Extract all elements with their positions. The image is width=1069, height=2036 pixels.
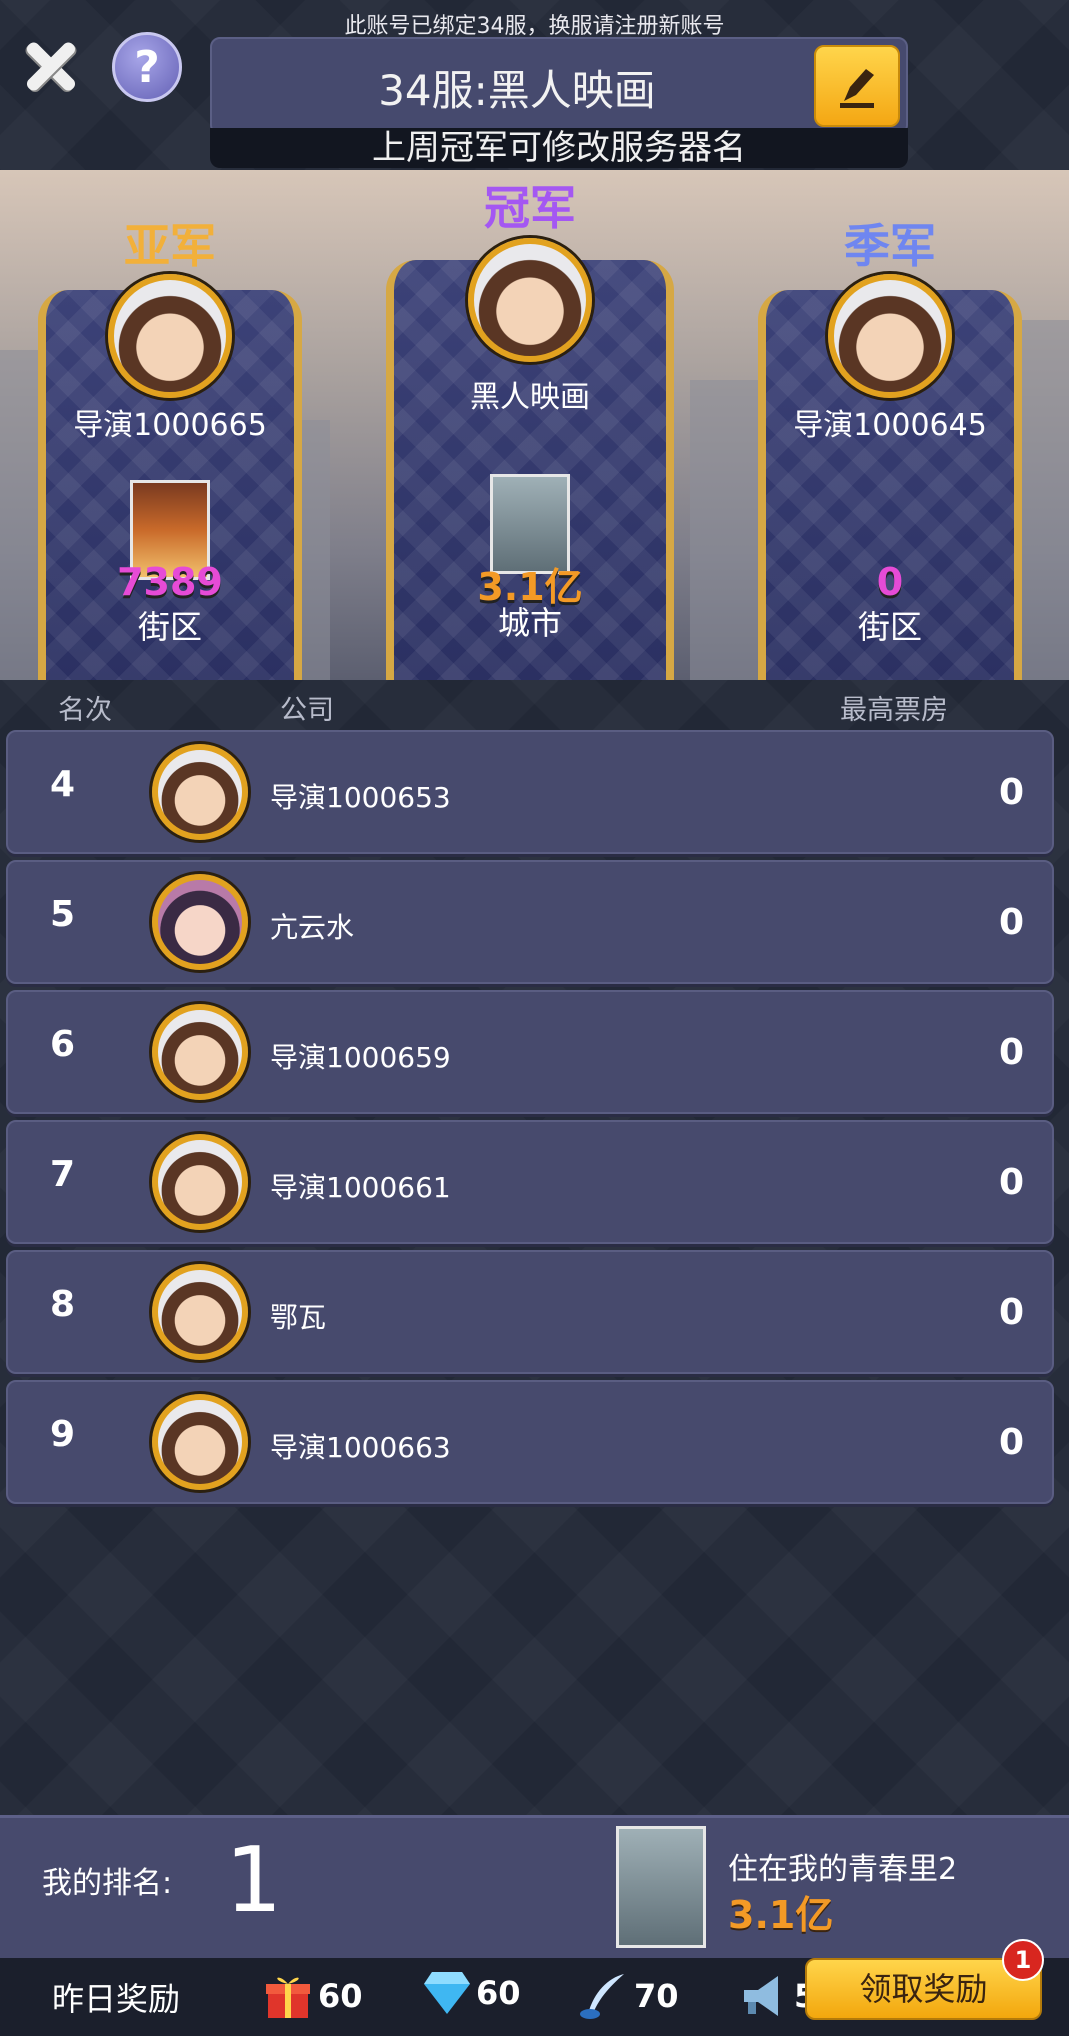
gift-icon [266,1977,310,2018]
table-row[interactable]: 8 鄂瓦 0 [6,1250,1054,1374]
server-name: 34服:黑人映画 [378,66,656,115]
rewards-label: 昨日奖励 [52,1980,181,2018]
my-rank-panel: 我的排名: 1 住在我的青春里2 3.1亿 昨日奖励 60 60 70 领取奖励… [0,1815,1069,2036]
edit-server-name-button[interactable] [814,45,900,127]
avatar[interactable] [152,1264,248,1360]
diamond-icon [424,1972,470,2014]
reward-amount: 60 [318,1977,363,2015]
server-name-panel: 34服:黑人映画 [210,37,908,135]
avatar[interactable] [152,1134,248,1230]
row-box-office: 0 [998,902,1024,943]
row-company-name: 导演1000653 [270,781,451,814]
first-place-name: 黑人映画 [470,380,590,415]
column-header-box-office: 最高票房 [840,695,948,726]
table-row[interactable]: 4 导演1000653 0 [6,730,1054,854]
megaphone-icon [744,1976,778,2016]
row-company-name: 导演1000659 [270,1041,451,1074]
reward-amount: 60 [476,1974,521,2012]
pencil-icon [840,69,874,108]
my-movie-title: 住在我的青春里2 [728,1852,958,1887]
avatar[interactable] [468,238,592,362]
my-rank-label: 我的排名: [42,1866,173,1901]
close-icon[interactable] [14,30,86,102]
row-box-office: 0 [998,1032,1024,1073]
row-rank: 4 [50,764,76,805]
help-icon[interactable]: ? [112,32,182,102]
avatar[interactable] [108,274,232,398]
row-company-name: 导演1000663 [270,1431,451,1464]
server-subtitle: 上周冠军可修改服务器名 [210,128,908,168]
second-place-area: 街区 [137,608,202,646]
third-place-area: 街区 [857,608,922,646]
table-row[interactable]: 9 导演1000663 0 [6,1380,1054,1504]
third-place-name: 导演1000645 [793,408,987,443]
quill-icon [580,1974,624,2019]
row-rank: 8 [50,1284,76,1325]
avatar[interactable] [828,274,952,398]
row-rank: 7 [50,1154,76,1195]
third-place-title: 季军 [844,219,936,273]
row-rank: 6 [50,1024,76,1065]
reward-amount: 70 [634,1977,679,2015]
column-header-company: 公司 [280,695,334,726]
row-company-name: 鄂瓦 [270,1301,327,1334]
row-rank: 9 [50,1414,76,1455]
second-place-name: 导演1000665 [73,408,267,443]
avatar[interactable] [152,1004,248,1100]
my-rank-value: 1 [225,1828,283,1933]
table-row[interactable]: 5 亢云水 0 [6,860,1054,984]
my-movie-poster[interactable] [616,1826,706,1948]
row-box-office: 0 [998,772,1024,813]
column-header-rank: 名次 [58,695,112,726]
my-movie-box-office: 3.1亿 [728,1893,834,1937]
row-company-name: 导演1000661 [270,1171,451,1204]
reward-gift: 60 [262,1970,363,2022]
row-company-name: 亢云水 [270,911,355,944]
podium: 亚军 导演1000665 7389 街区 冠军 黑人映画 3.1亿 城市 季军 … [0,170,1069,680]
row-box-office: 0 [998,1422,1024,1463]
table-row[interactable]: 6 导演1000659 0 [6,990,1054,1114]
first-place-area: 城市 [497,604,562,642]
third-place-value: 0 [876,560,904,604]
avatar[interactable] [152,1394,248,1490]
reward-diamond: 60 [422,1970,521,2016]
avatar[interactable] [152,874,248,970]
reward-quill: 70 [578,1970,679,2022]
row-box-office: 0 [998,1162,1024,1203]
row-rank: 5 [50,894,76,935]
first-place-title: 冠军 [484,181,576,235]
row-box-office: 0 [998,1292,1024,1333]
table-row[interactable]: 7 导演1000661 0 [6,1120,1054,1244]
second-place-value: 7389 [117,560,223,604]
avatar[interactable] [152,744,248,840]
notification-badge: 1 [1002,1939,1044,1981]
second-place-title: 亚军 [124,219,216,273]
